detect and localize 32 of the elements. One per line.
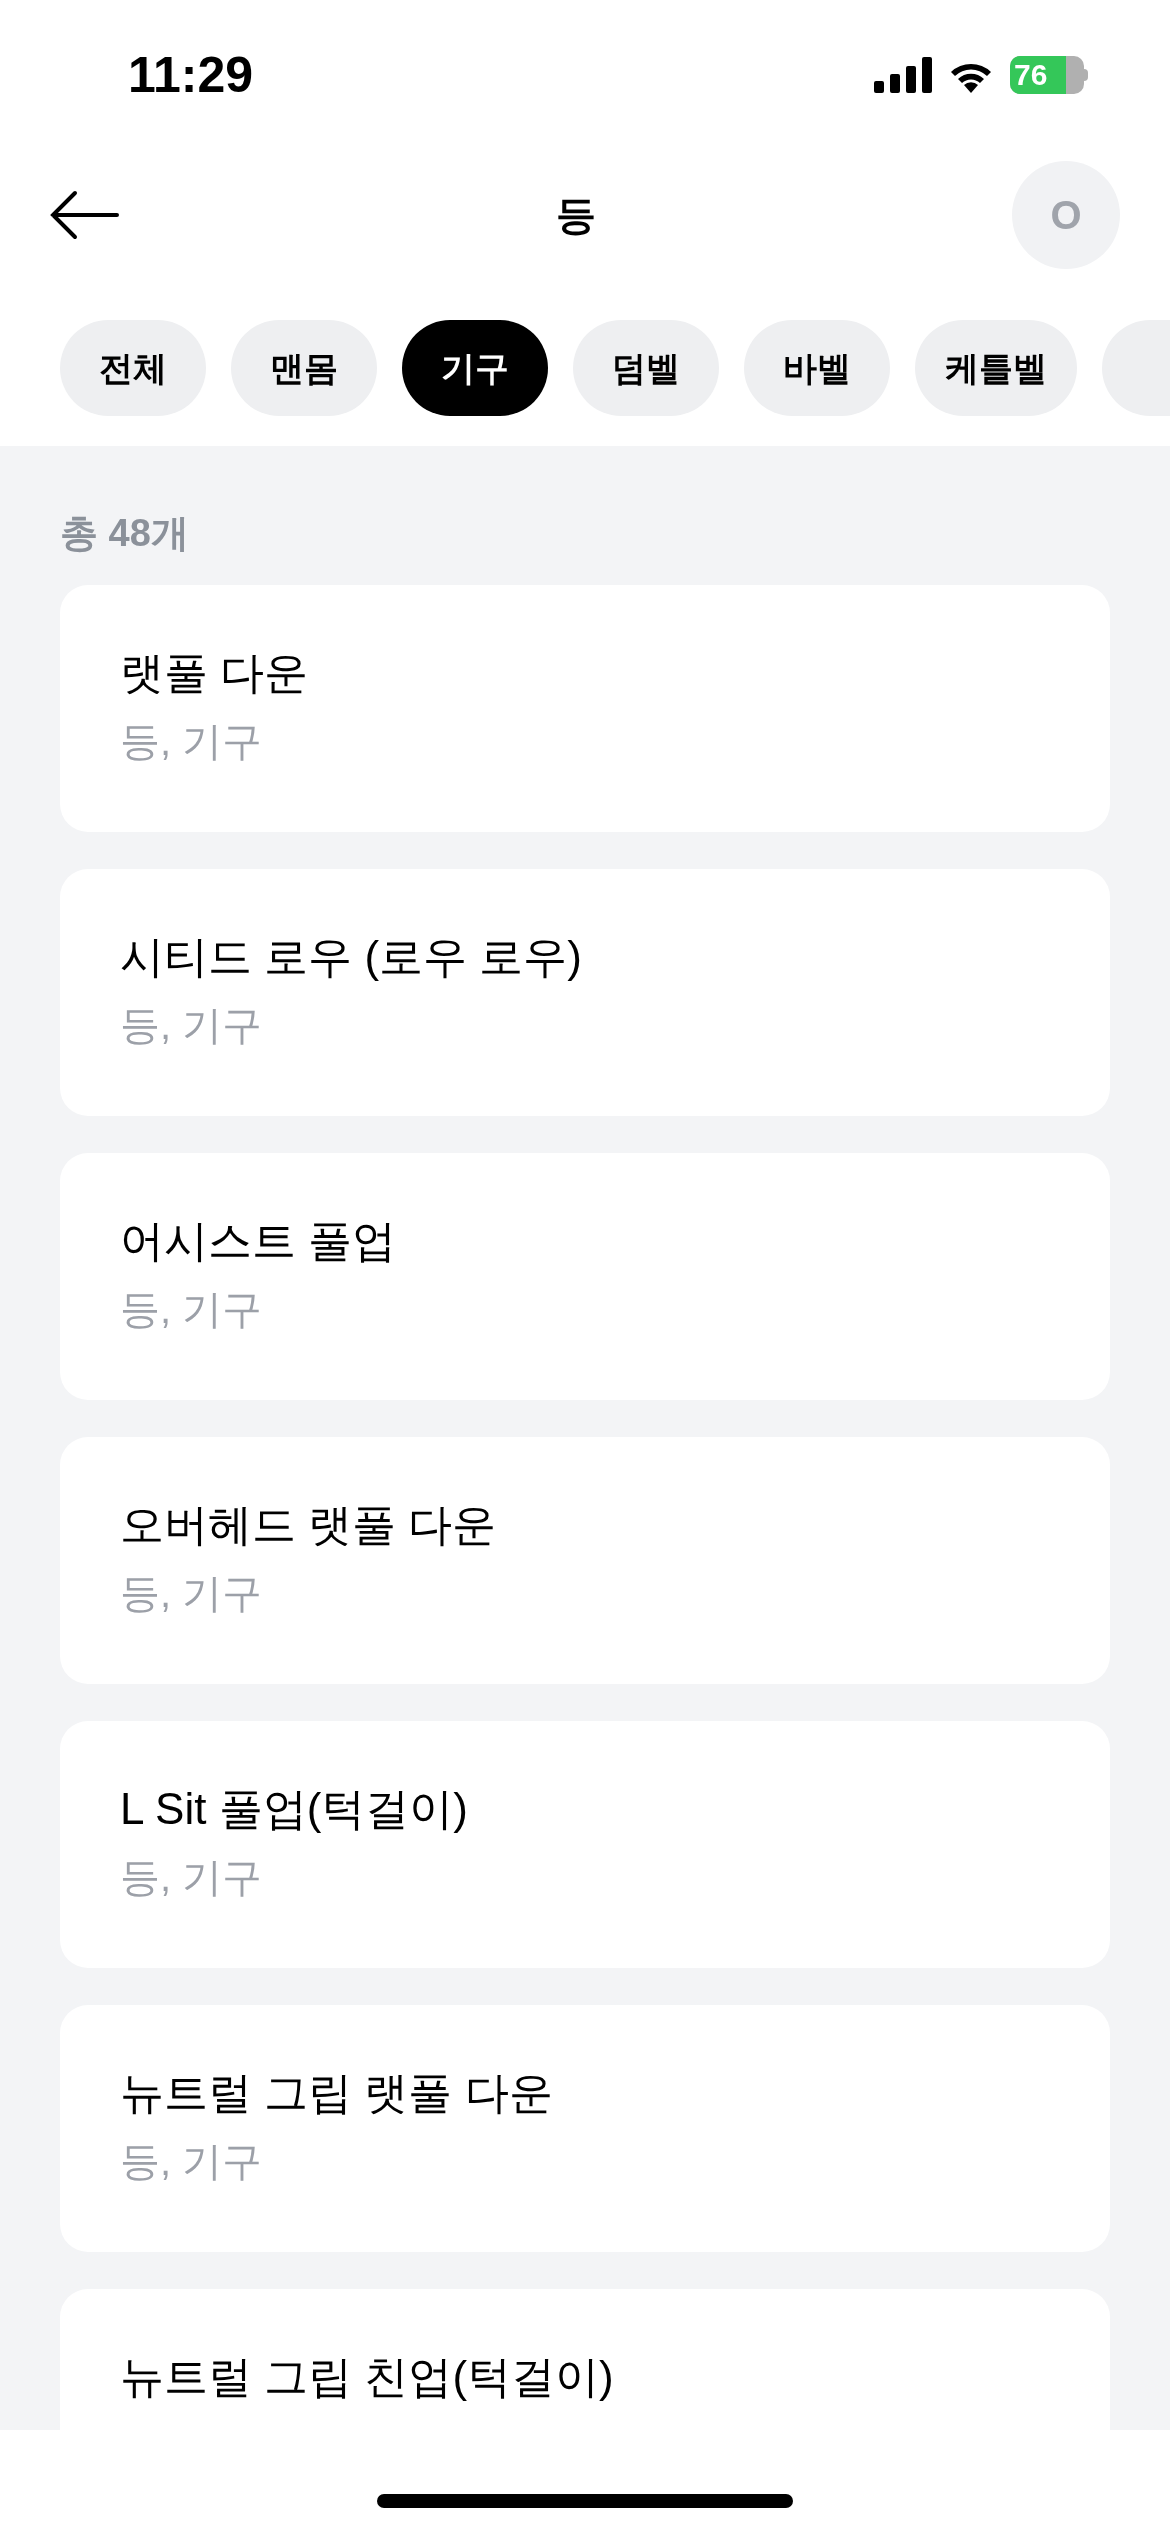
exercise-name: 뉴트럴 그립 랫풀 다운 (120, 2067, 554, 2119)
exercise-tags: 등, 기구 (120, 1283, 1110, 1335)
exercise-card[interactable]: 뉴트럴 그립 친업(턱걸이) (60, 2289, 1110, 2430)
filter-chip[interactable]: 케틀벨 (915, 320, 1077, 416)
exercise-card[interactable]: 랫풀 다운 등, 기구 (60, 585, 1110, 832)
exercise-name: 어시스트 풀업 (120, 1215, 398, 1267)
status-time: 11:29 (128, 45, 254, 105)
exercise-card[interactable]: 오버헤드 랫풀 다운 등, 기구 (60, 1437, 1110, 1684)
exercise-tags: 등, 기구 (120, 2135, 1110, 2187)
exercise-card[interactable]: 시티드 로우 (로우 로우) 등, 기구 (60, 869, 1110, 1116)
exercise-name: 랫풀 다운 (120, 647, 310, 699)
exercise-tags: 등, 기구 (120, 715, 1110, 767)
exercise-card[interactable]: 어시스트 풀업 등, 기구 (60, 1153, 1110, 1400)
filter-chip[interactable]: 바벨 (744, 320, 890, 416)
filter-chip[interactable]: 덤벨 (573, 320, 719, 416)
exercise-tags: 등, 기구 (120, 1567, 1110, 1619)
exercise-name: L Sit 풀업(턱걸이) (120, 1783, 469, 1835)
exercise-card[interactable]: L Sit 풀업(턱걸이) 등, 기구 (60, 1721, 1110, 1968)
signal-icon (874, 57, 932, 93)
exercise-name: 뉴트럴 그립 친업(턱걸이) (120, 2351, 615, 2403)
filter-chip[interactable]: 맨몸 (231, 320, 377, 416)
filter-chip[interactable]: 전체 (60, 320, 206, 416)
page-title: 등 (556, 192, 596, 239)
battery-level: 76 (1014, 60, 1048, 90)
back-arrow-icon (50, 190, 120, 240)
exercise-name: 오버헤드 랫풀 다운 (120, 1499, 498, 1551)
exercise-name: 시티드 로우 (로우 로우) (120, 931, 583, 983)
total-count: 총 48개 (60, 511, 190, 556)
filter-chip[interactable]: 기구 (402, 320, 548, 416)
exercise-tags: 등, 기구 (120, 999, 1110, 1051)
exercise-tags: 등, 기구 (120, 1851, 1110, 1903)
exercise-card[interactable]: 뉴트럴 그립 랫풀 다운 등, 기구 (60, 2005, 1110, 2252)
